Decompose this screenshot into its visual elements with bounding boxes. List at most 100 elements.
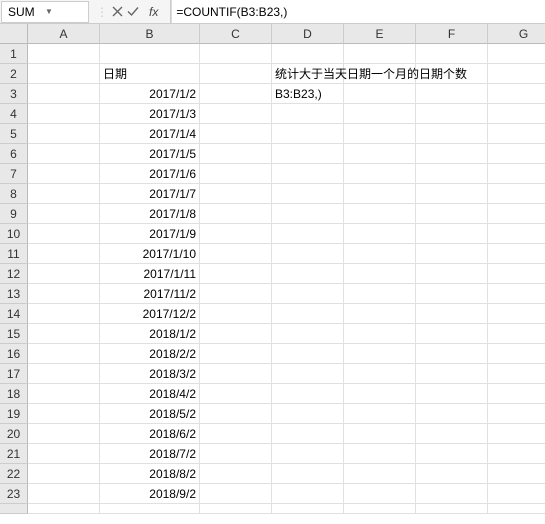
cell-e15[interactable] bbox=[344, 324, 416, 344]
col-header-f[interactable]: F bbox=[416, 24, 488, 44]
cell-a3[interactable] bbox=[28, 84, 100, 104]
fx-label[interactable]: fx bbox=[143, 5, 164, 19]
col-header-b[interactable]: B bbox=[100, 24, 200, 44]
row-header[interactable]: 14 bbox=[0, 304, 28, 324]
cell-b6[interactable]: 2017/1/5 bbox=[100, 144, 200, 164]
cell-e11[interactable] bbox=[344, 244, 416, 264]
cell-a17[interactable] bbox=[28, 364, 100, 384]
cell-d14[interactable] bbox=[272, 304, 344, 324]
cell-b21[interactable]: 2018/7/2 bbox=[100, 444, 200, 464]
cell-f17[interactable] bbox=[416, 364, 488, 384]
cell-d16[interactable] bbox=[272, 344, 344, 364]
row-header[interactable]: 13 bbox=[0, 284, 28, 304]
row-header[interactable]: 2 bbox=[0, 64, 28, 84]
cell-g19[interactable] bbox=[488, 404, 545, 424]
cell-d15[interactable] bbox=[272, 324, 344, 344]
cell-e6[interactable] bbox=[344, 144, 416, 164]
cell-f22[interactable] bbox=[416, 464, 488, 484]
cell-e21[interactable] bbox=[344, 444, 416, 464]
cell-f12[interactable] bbox=[416, 264, 488, 284]
cell-d18[interactable] bbox=[272, 384, 344, 404]
cell-d6[interactable] bbox=[272, 144, 344, 164]
cell-g8[interactable] bbox=[488, 184, 545, 204]
row-header[interactable]: 21 bbox=[0, 444, 28, 464]
cell-e1[interactable] bbox=[344, 44, 416, 64]
row-header[interactable]: 11 bbox=[0, 244, 28, 264]
cell-g11[interactable] bbox=[488, 244, 545, 264]
cell-a22[interactable] bbox=[28, 464, 100, 484]
cell-g15[interactable] bbox=[488, 324, 545, 344]
cell-d23[interactable] bbox=[272, 484, 344, 504]
cell-e13[interactable] bbox=[344, 284, 416, 304]
cell-b18[interactable]: 2018/4/2 bbox=[100, 384, 200, 404]
cell-f24[interactable] bbox=[416, 504, 488, 514]
cell-d7[interactable] bbox=[272, 164, 344, 184]
row-header[interactable]: 20 bbox=[0, 424, 28, 444]
cell-a2[interactable] bbox=[28, 64, 100, 84]
row-header[interactable]: 19 bbox=[0, 404, 28, 424]
row-header[interactable]: 7 bbox=[0, 164, 28, 184]
formula-input[interactable]: =COUNTIF(B3:B23,) bbox=[171, 0, 545, 23]
cell-b9[interactable]: 2017/1/8 bbox=[100, 204, 200, 224]
cell-d19[interactable] bbox=[272, 404, 344, 424]
cell-e10[interactable] bbox=[344, 224, 416, 244]
row-header[interactable]: 12 bbox=[0, 264, 28, 284]
cell-a5[interactable] bbox=[28, 124, 100, 144]
cell-c8[interactable] bbox=[200, 184, 272, 204]
row-header[interactable]: 18 bbox=[0, 384, 28, 404]
cell-e5[interactable] bbox=[344, 124, 416, 144]
cell-d4[interactable] bbox=[272, 104, 344, 124]
cell-c5[interactable] bbox=[200, 124, 272, 144]
cancel-icon[interactable] bbox=[112, 6, 123, 17]
row-header[interactable]: 5 bbox=[0, 124, 28, 144]
cell-c18[interactable] bbox=[200, 384, 272, 404]
cell-g23[interactable] bbox=[488, 484, 545, 504]
cell-a23[interactable] bbox=[28, 484, 100, 504]
cell-g5[interactable] bbox=[488, 124, 545, 144]
cell-d20[interactable] bbox=[272, 424, 344, 444]
row-header[interactable]: 4 bbox=[0, 104, 28, 124]
cell-f1[interactable] bbox=[416, 44, 488, 64]
cell-c9[interactable] bbox=[200, 204, 272, 224]
cell-b4[interactable]: 2017/1/3 bbox=[100, 104, 200, 124]
cell-c15[interactable] bbox=[200, 324, 272, 344]
cell-f19[interactable] bbox=[416, 404, 488, 424]
cell-c13[interactable] bbox=[200, 284, 272, 304]
cell-d17[interactable] bbox=[272, 364, 344, 384]
spreadsheet-grid[interactable]: A B C D E F G 1 2 日期 统计大于当天日期一个月的日期个数 3 … bbox=[0, 24, 545, 524]
cell-b23[interactable]: 2018/9/2 bbox=[100, 484, 200, 504]
cell-e14[interactable] bbox=[344, 304, 416, 324]
cell-c20[interactable] bbox=[200, 424, 272, 444]
cell-c17[interactable] bbox=[200, 364, 272, 384]
cell-f7[interactable] bbox=[416, 164, 488, 184]
cell-c6[interactable] bbox=[200, 144, 272, 164]
cell-c14[interactable] bbox=[200, 304, 272, 324]
row-header[interactable]: 16 bbox=[0, 344, 28, 364]
cell-d1[interactable] bbox=[272, 44, 344, 64]
col-header-a[interactable]: A bbox=[28, 24, 100, 44]
cell-d9[interactable] bbox=[272, 204, 344, 224]
cell-f6[interactable] bbox=[416, 144, 488, 164]
cell-g3[interactable] bbox=[488, 84, 545, 104]
cell-a15[interactable] bbox=[28, 324, 100, 344]
row-header[interactable] bbox=[0, 504, 28, 514]
cell-f14[interactable] bbox=[416, 304, 488, 324]
cell-b7[interactable]: 2017/1/6 bbox=[100, 164, 200, 184]
cell-a11[interactable] bbox=[28, 244, 100, 264]
cell-g16[interactable] bbox=[488, 344, 545, 364]
cell-c2[interactable] bbox=[200, 64, 272, 84]
cell-g1[interactable] bbox=[488, 44, 545, 64]
cell-f21[interactable] bbox=[416, 444, 488, 464]
cell-c16[interactable] bbox=[200, 344, 272, 364]
cell-d13[interactable] bbox=[272, 284, 344, 304]
cell-b22[interactable]: 2018/8/2 bbox=[100, 464, 200, 484]
row-header[interactable]: 8 bbox=[0, 184, 28, 204]
cell-b10[interactable]: 2017/1/9 bbox=[100, 224, 200, 244]
cell-g17[interactable] bbox=[488, 364, 545, 384]
cell-f10[interactable] bbox=[416, 224, 488, 244]
cell-c3[interactable] bbox=[200, 84, 272, 104]
cell-g7[interactable] bbox=[488, 164, 545, 184]
cell-b8[interactable]: 2017/1/7 bbox=[100, 184, 200, 204]
cell-a10[interactable] bbox=[28, 224, 100, 244]
cell-e22[interactable] bbox=[344, 464, 416, 484]
